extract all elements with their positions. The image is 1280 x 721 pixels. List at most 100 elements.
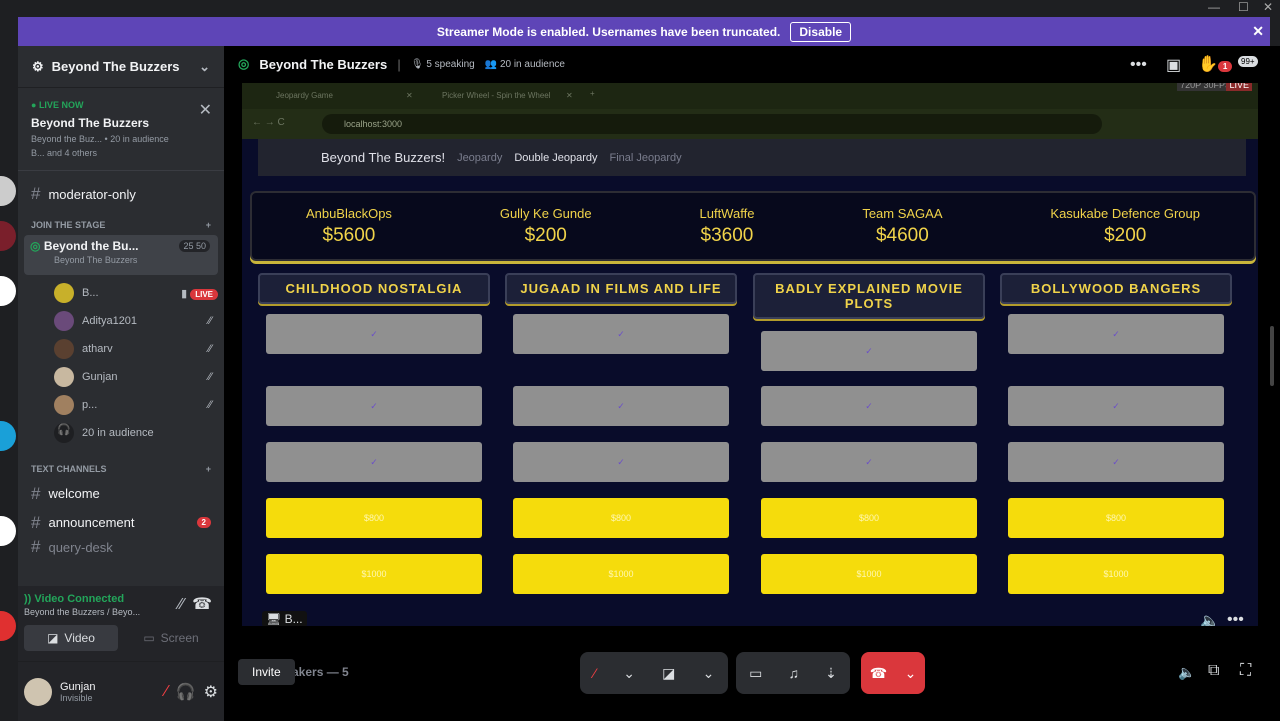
category-header: BADLY EXPLAINED MOVIE PLOTS [753,273,985,319]
answered-tile[interactable]: ✓ [266,442,482,482]
url-field[interactable]: localhost:3000 [322,114,1102,134]
channel-query-desk[interactable]: # query-desk [18,537,224,557]
server-icon[interactable] [0,276,16,306]
question-tile[interactable]: $800 [761,498,977,538]
question-tile[interactable]: $1000 [513,554,729,594]
more-icon[interactable]: ••• [1130,56,1147,74]
chat-badge[interactable]: 99+ [1238,56,1258,67]
browser-tab[interactable]: Picker Wheel - Spin the Wheel [442,91,551,100]
close-icon[interactable]: ✕ [1252,23,1264,40]
voice-channel-path[interactable]: Beyond the Buzzers / Beyo... [24,607,218,617]
answered-tile[interactable]: ✓ [513,386,729,426]
stage-user[interactable]: p... ⁄⁄ [18,391,224,419]
screen-share-button[interactable]: ▭ Screen [124,625,218,651]
fullscreen-icon[interactable]: ⛶ [1240,662,1251,680]
question-tile[interactable]: $1000 [761,554,977,594]
channel-announcement[interactable]: # announcement 2 [18,508,224,537]
disable-button[interactable]: Disable [790,21,852,42]
server-name: Beyond The Buzzers [51,59,180,74]
server-icon[interactable] [0,516,16,546]
plus-icon[interactable]: + [206,220,211,230]
question-tile[interactable]: $1000 [1008,554,1224,594]
answered-tile[interactable]: ✓ [266,386,482,426]
volume-icon[interactable]: 🔈 [1200,611,1220,626]
answered-tile[interactable]: ✓ [761,386,977,426]
leave-stage-button[interactable]: ☎ ⌄ [861,652,925,694]
invite-tooltip[interactable]: Invite [238,659,295,685]
video-button[interactable]: ◪ Video [24,625,118,651]
scoreboard: AnbuBlackOps $5600 Gully Ke Gunde $200 LuftW… [250,191,1256,261]
audience-count[interactable]: 🎧 20 in audience [18,419,224,447]
server-icon[interactable] [0,221,16,251]
answered-tile[interactable]: ✓ [1008,314,1224,354]
chevron-down-icon[interactable]: ⌄ [703,665,715,682]
camera-off-icon: ◪ [47,631,59,645]
question-tile[interactable]: $800 [513,498,729,538]
stage-user[interactable]: Aditya1201 ⁄⁄ [18,307,224,335]
close-window-icon[interactable]: ✕ [1263,0,1273,14]
plus-icon[interactable]: + [206,464,211,474]
browser-tab[interactable]: Jeopardy Game [276,91,333,100]
mic-muted-icon[interactable]: ⁄ [165,683,168,701]
chevron-down-icon[interactable]: ⌄ [199,59,210,75]
answered-tile[interactable]: ✓ [513,314,729,354]
server-header[interactable]: ⚙ Beyond The Buzzers ⌄ [18,46,224,88]
answered-tile[interactable]: ✓ [513,442,729,482]
nav-double-jeopardy[interactable]: Double Jeopardy [514,152,597,164]
camera-icon: ▮ [181,287,191,300]
new-tab-icon[interactable]: + [590,89,595,98]
noise-suppression-icon[interactable]: ⁄⁄ [179,596,184,614]
close-icon[interactable]: ✕ [406,91,413,100]
more-icon[interactable]: ••• [1227,611,1244,626]
maximize-icon[interactable]: ☐ [1238,0,1249,14]
headphones-icon: 🎧 [54,423,74,443]
question-tile[interactable]: $1000 [266,554,482,594]
server-icon[interactable] [0,611,16,641]
camera-off-icon[interactable]: ◪ [662,665,675,682]
answered-tile[interactable]: ✓ [1008,442,1224,482]
close-icon[interactable]: ✕ [199,100,212,120]
music-off-icon[interactable]: ♫ [788,665,799,681]
chevron-down-icon[interactable]: ⌄ [623,665,635,682]
server-icon[interactable] [0,421,16,451]
category-join-the-stage[interactable]: JOIN THE STAGE + [18,215,224,235]
user-name: atharv [82,343,113,355]
answered-tile[interactable]: ✓ [1008,386,1224,426]
screen-share-icon[interactable]: ▭ [749,665,762,682]
volume-icon[interactable]: 🔈 [1178,664,1195,681]
server-icon[interactable] [0,176,16,206]
avatar [54,395,74,415]
stage-user[interactable]: atharv ⁄⁄ [18,335,224,363]
minimize-icon[interactable]: — [1208,0,1220,14]
question-tile[interactable]: $800 [1008,498,1224,538]
stage-user[interactable]: B... ▮ LIVE [18,279,224,307]
scrollbar[interactable] [1270,326,1274,386]
mic-muted-icon[interactable]: ⁄ [594,665,596,681]
avatar[interactable] [24,677,52,706]
screen-share[interactable]: Jeopardy Game ✕ Picker Wheel - Spin the … [242,83,1258,626]
gear-icon[interactable]: ⚙ [204,682,218,702]
answered-tile[interactable]: ✓ [761,442,977,482]
user-name: B... [82,287,99,299]
answered-tile[interactable]: ✓ [761,331,977,371]
headphones-icon[interactable]: 🎧 [176,682,196,702]
live-badge: LIVE [1226,83,1252,91]
nav-arrows-icon[interactable]: ← → C [252,117,285,128]
popout-icon[interactable]: ⧉ [1208,662,1219,680]
move-to-audience-icon[interactable]: ⇣ [825,665,837,682]
stage-channel[interactable]: ◎ Beyond the Bu... Beyond The Buzzers 25… [24,235,218,275]
question-tile[interactable]: $800 [266,498,482,538]
channel-welcome[interactable]: # welcome [18,479,224,508]
raise-hand-icon[interactable]: ✋ 1 [1198,54,1233,74]
disconnect-icon[interactable]: ☎ [192,594,212,614]
chevron-down-icon[interactable]: ⌄ [905,665,917,682]
close-icon[interactable]: ✕ [566,91,573,100]
nav-final-jeopardy[interactable]: Final Jeopardy [610,152,682,164]
stage-user[interactable]: Gunjan ⁄⁄ [18,363,224,391]
channel-moderator-only[interactable]: # moderator-only [18,181,224,207]
live-now-card[interactable]: ● LIVE NOW ✕ Beyond The Buzzers Beyond t… [18,88,224,171]
nav-jeopardy[interactable]: Jeopardy [457,152,502,164]
inbox-icon[interactable]: ▣ [1166,55,1181,75]
answered-tile[interactable]: ✓ [266,314,482,354]
category-text-channels[interactable]: TEXT CHANNELS + [18,459,224,479]
